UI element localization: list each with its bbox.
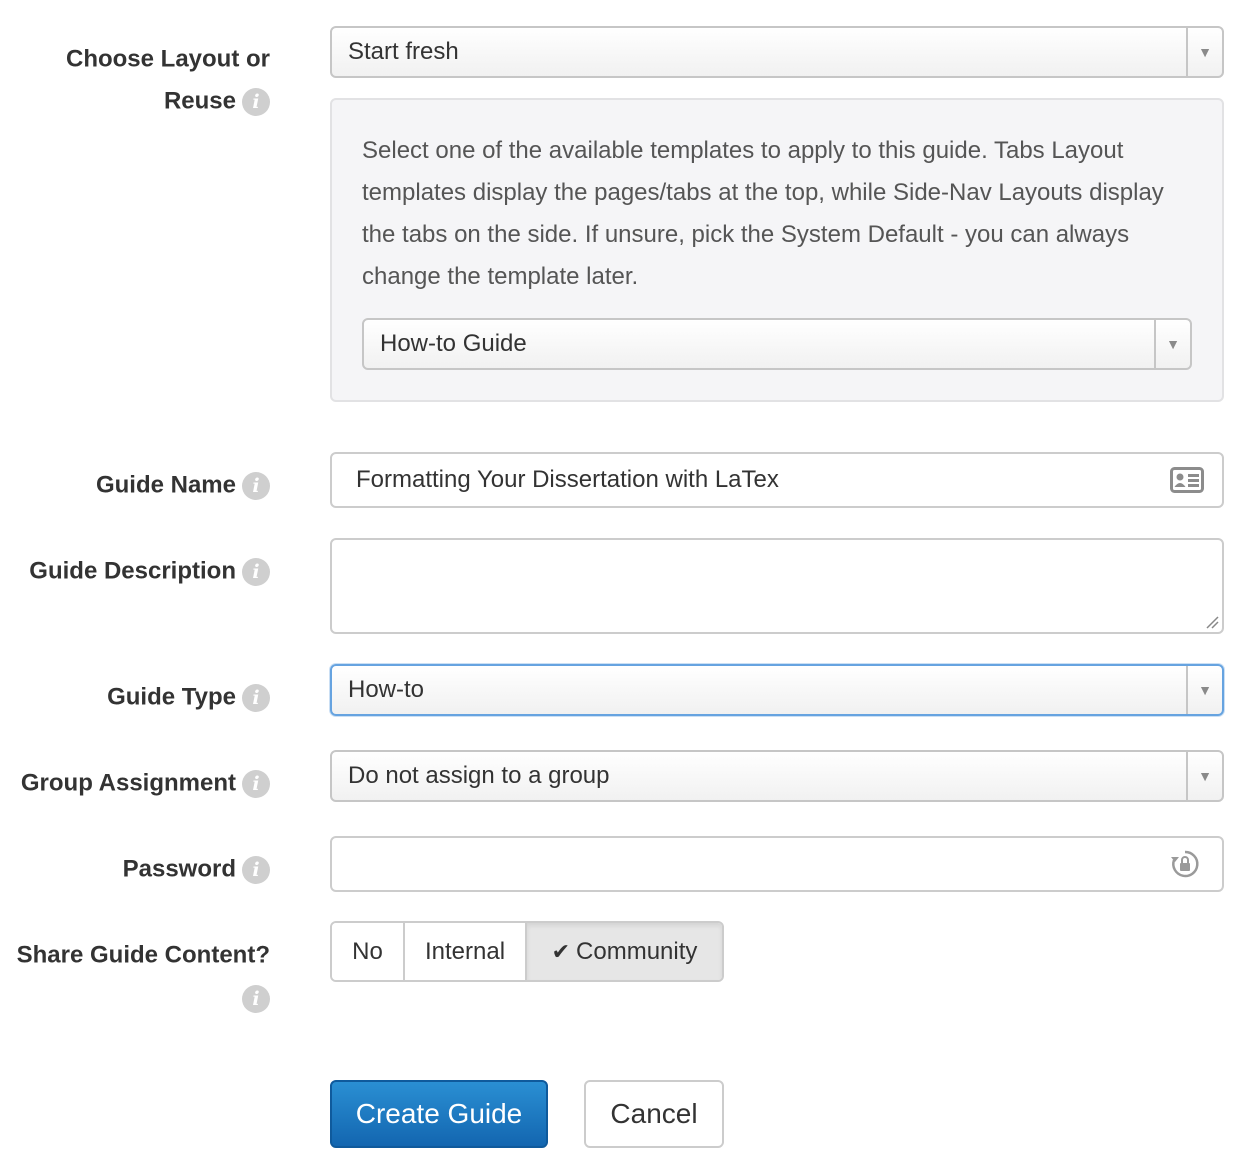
password-input[interactable] [330, 836, 1224, 892]
guide-type-value: How-to [348, 676, 425, 703]
template-select-value: How-to Guide [380, 330, 527, 357]
create-guide-form: Choose Layout or Reuse i Start fresh ▼ Se… [0, 0, 1236, 1172]
info-icon[interactable]: i [242, 87, 270, 116]
guide-type-select[interactable]: How-to ▼ [330, 664, 1224, 716]
share-label: Share Guide Content? [16, 941, 270, 969]
template-help-text: Select one of the available templates to… [362, 137, 1164, 290]
chevron-down-icon: ▼ [1186, 666, 1222, 714]
layout-label-line2: Reuse i [164, 80, 270, 123]
cancel-button[interactable]: Cancel [584, 1080, 724, 1148]
layout-label-line1: Choose Layout or [65, 45, 270, 73]
group-assignment-select[interactable]: Do not assign to a group ▼ [330, 750, 1224, 802]
share-option-community[interactable]: ✔ Community [527, 923, 722, 980]
chevron-down-icon: ▼ [1186, 28, 1222, 76]
resize-handle-icon[interactable] [1205, 615, 1219, 629]
info-icon[interactable]: i [242, 683, 270, 712]
layout-select[interactable]: Start fresh ▼ [330, 26, 1224, 78]
chevron-down-icon: ▼ [1186, 752, 1222, 800]
share-toggle-group: No Internal ✔ Community [330, 921, 724, 982]
password-label: Password i [123, 848, 270, 891]
guide-name-label: Guide Name i [96, 464, 270, 507]
guide-name-input[interactable]: Formatting Your Dissertation with LaTex [330, 452, 1224, 508]
checkmark-icon: ✔ [551, 939, 571, 964]
guide-type-label: Guide Type i [107, 676, 270, 719]
guide-description-textarea[interactable] [330, 538, 1224, 634]
template-select[interactable]: How-to Guide ▼ [362, 318, 1192, 370]
group-assignment-label: Group Assignment i [21, 762, 270, 805]
share-option-no[interactable]: No [332, 923, 405, 980]
chevron-down-icon: ▼ [1154, 320, 1190, 368]
share-option-internal[interactable]: Internal [405, 923, 527, 980]
info-icon[interactable]: i [242, 471, 270, 500]
info-icon[interactable]: i [242, 985, 270, 1013]
guide-description-label: Guide Description i [29, 550, 270, 593]
group-assignment-value: Do not assign to a group [348, 762, 610, 789]
contact-card-icon [1170, 467, 1204, 493]
lock-refresh-icon [1171, 850, 1199, 878]
share-option-community-label: Community [576, 938, 698, 965]
create-guide-button[interactable]: Create Guide [330, 1080, 548, 1148]
layout-select-value: Start fresh [348, 38, 459, 65]
template-panel: Select one of the available templates to… [330, 98, 1224, 402]
info-icon[interactable]: i [242, 855, 270, 884]
guide-name-value: Formatting Your Dissertation with LaTex [356, 466, 779, 493]
info-icon[interactable]: i [242, 769, 270, 798]
info-icon[interactable]: i [242, 557, 270, 586]
